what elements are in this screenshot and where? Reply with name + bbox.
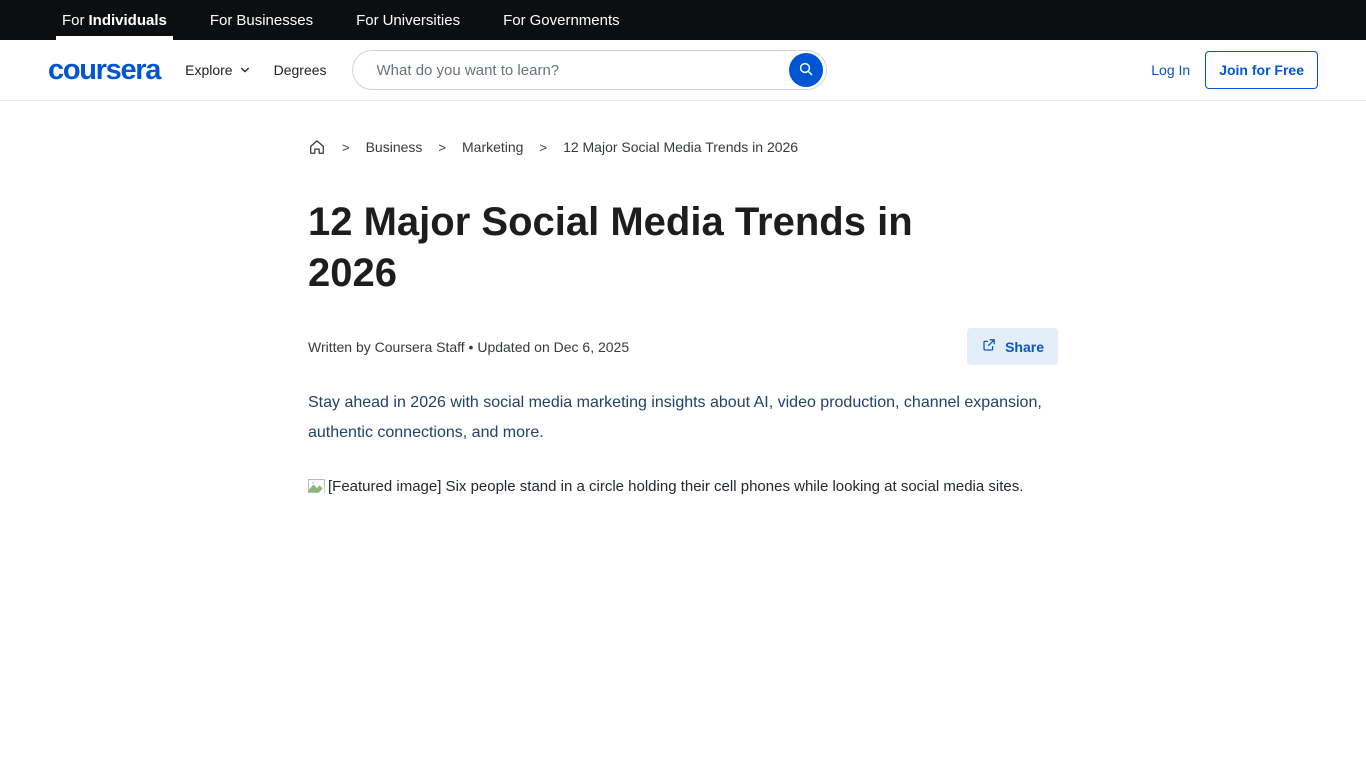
- tab-for-businesses[interactable]: For Businesses: [204, 0, 319, 40]
- search-bar: [352, 50, 827, 90]
- breadcrumb-current-page: 12 Major Social Media Trends in 2026: [563, 139, 798, 155]
- degrees-link[interactable]: Degrees: [274, 62, 327, 78]
- page-title: 12 Major Social Media Trends in 2026: [308, 197, 1008, 299]
- tab-for-governments[interactable]: For Governments: [497, 0, 626, 40]
- audience-nav: For Individuals For Businesses For Unive…: [0, 0, 1366, 40]
- featured-image-alt-label: [Featured image] Six people stand in a c…: [328, 478, 1023, 495]
- breadcrumb-business[interactable]: Business: [366, 139, 423, 155]
- article-intro: Stay ahead in 2026 with social media mar…: [308, 388, 1043, 448]
- tab-prefix: For: [62, 12, 85, 29]
- breadcrumb-separator: >: [539, 140, 547, 155]
- share-icon: [981, 337, 997, 356]
- search-icon: [798, 61, 814, 80]
- breadcrumb: > Business > Marketing > 12 Major Social…: [308, 138, 1058, 156]
- share-button[interactable]: Share: [967, 328, 1058, 365]
- tab-label: Governments: [530, 12, 620, 29]
- search-input[interactable]: [375, 61, 789, 80]
- tab-for-individuals[interactable]: For Individuals: [56, 0, 173, 40]
- tab-label: Individuals: [89, 12, 167, 29]
- breadcrumb-marketing[interactable]: Marketing: [462, 139, 523, 155]
- site-header: coursera Explore Degrees Log In Join for…: [0, 40, 1366, 101]
- log-in-link[interactable]: Log In: [1151, 62, 1190, 78]
- tab-label: Universities: [383, 12, 461, 29]
- broken-image-icon: [308, 477, 325, 501]
- explore-menu[interactable]: Explore: [185, 62, 249, 78]
- join-for-free-button[interactable]: Join for Free: [1205, 51, 1318, 89]
- tab-for-universities[interactable]: For Universities: [350, 0, 466, 40]
- tab-prefix: For: [210, 12, 233, 29]
- share-label: Share: [1005, 339, 1044, 355]
- tab-prefix: For: [503, 12, 526, 29]
- chevron-down-icon: [240, 62, 250, 78]
- search-button[interactable]: [789, 53, 823, 87]
- article-content: > Business > Marketing > 12 Major Social…: [308, 101, 1058, 501]
- breadcrumb-separator: >: [438, 140, 446, 155]
- header-actions: Log In Join for Free: [1151, 51, 1318, 89]
- byline-row: Written by Coursera Staff • Updated on D…: [308, 328, 1058, 365]
- byline-text: Written by Coursera Staff • Updated on D…: [308, 339, 629, 355]
- coursera-logo[interactable]: coursera: [48, 54, 160, 87]
- tab-prefix: For: [356, 12, 379, 29]
- explore-label: Explore: [185, 62, 232, 78]
- home-icon[interactable]: [308, 138, 326, 156]
- breadcrumb-separator: >: [342, 140, 350, 155]
- degrees-label: Degrees: [274, 62, 327, 78]
- tab-label: Businesses: [236, 12, 313, 29]
- featured-image-alt-text: [Featured image] Six people stand in a c…: [308, 475, 1043, 501]
